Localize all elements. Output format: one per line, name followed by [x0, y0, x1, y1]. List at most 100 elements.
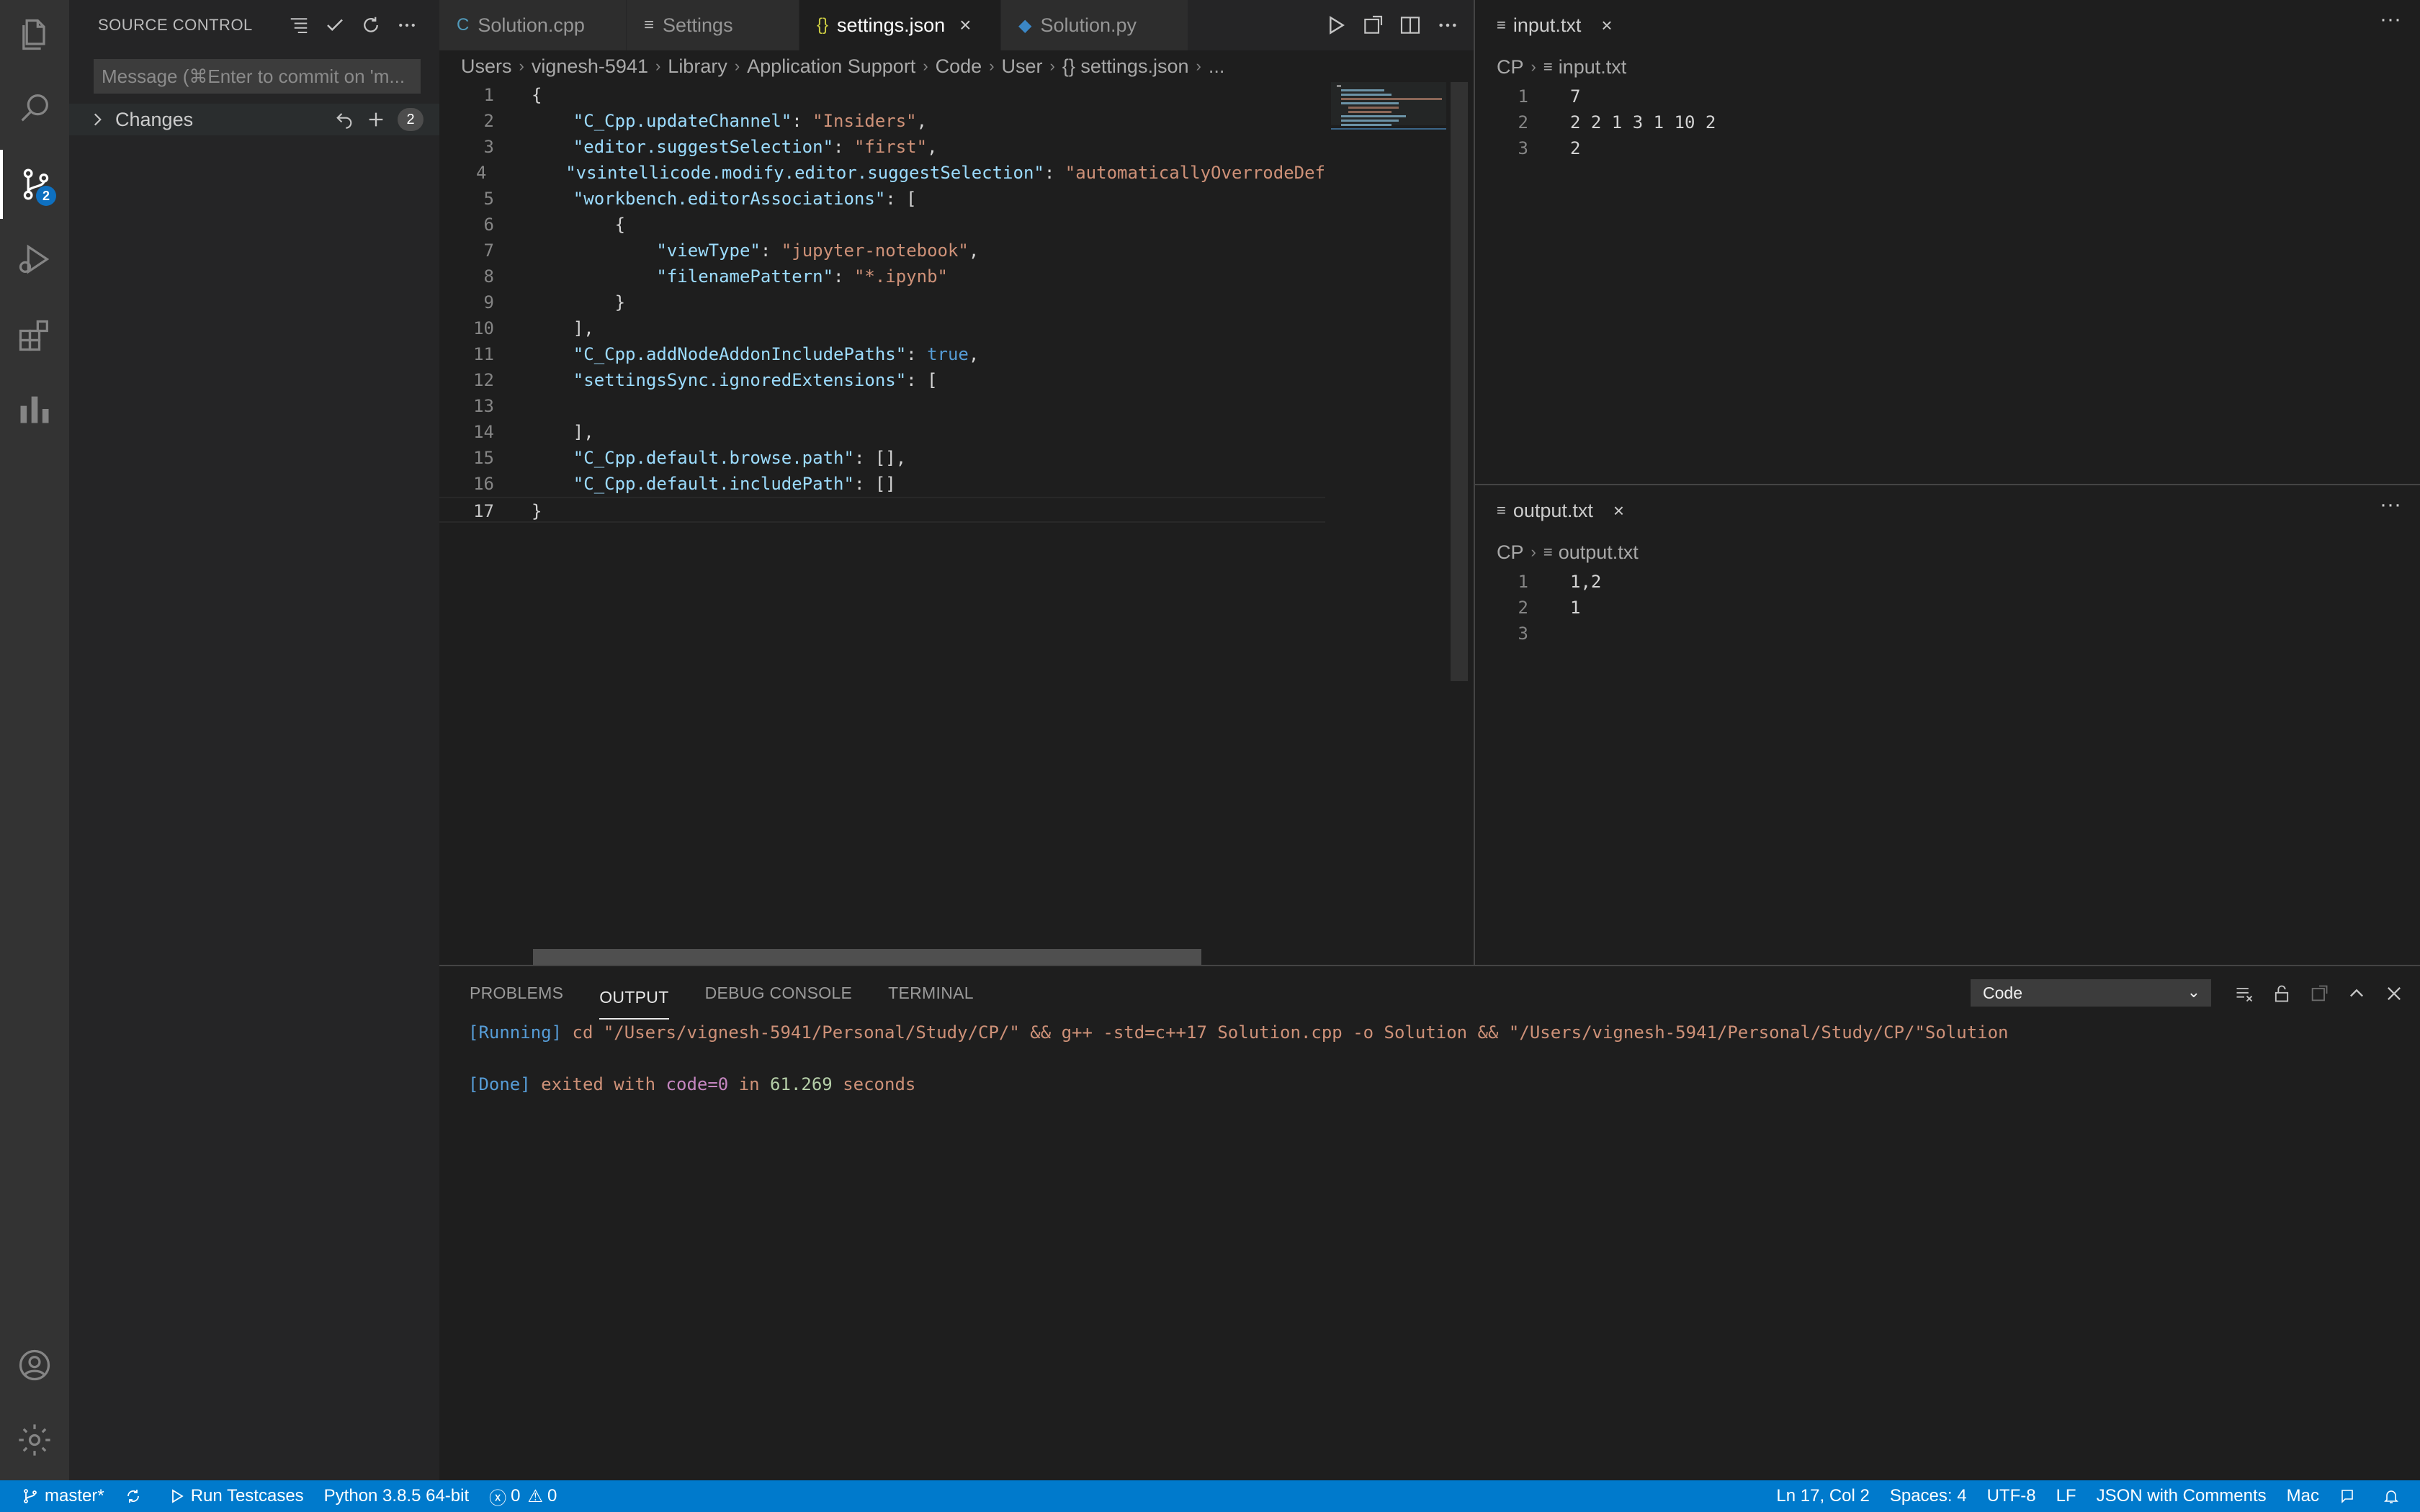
keymap[interactable]: Mac	[2277, 1480, 2329, 1512]
view-as-tree-icon[interactable]	[281, 7, 317, 43]
code-line[interactable]: 17	[1475, 84, 2420, 109]
breadcrumb-item[interactable]: output.txt	[1559, 541, 1639, 564]
tab-settings[interactable]: ≡ Settings	[627, 0, 799, 50]
tab-problems[interactable]: PROBLEMS	[470, 966, 563, 1020]
discard-all-icon[interactable]	[328, 104, 360, 135]
tab-terminal[interactable]: TERMINAL	[888, 966, 974, 1020]
code-line[interactable]: 10 ],	[439, 315, 1325, 341]
tab-input-txt[interactable]: ≡ input.txt × ···	[1475, 0, 2420, 50]
code-token: "Insiders"	[812, 111, 917, 131]
vertical-scrollbar[interactable]	[1451, 82, 1468, 681]
refresh-icon[interactable]	[353, 7, 389, 43]
extensions-icon[interactable]	[0, 301, 69, 370]
code-line[interactable]: 21	[1475, 595, 2420, 621]
input-editor[interactable]: 1722 2 1 3 1 10 232	[1475, 84, 2420, 161]
tab-output[interactable]: OUTPUT	[599, 976, 669, 1020]
code-line[interactable]: 7 "viewType": "jupyter-notebook",	[439, 238, 1325, 264]
search-icon[interactable]	[0, 73, 69, 143]
code-line[interactable]: 3 "editor.suggestSelection": "first",	[439, 134, 1325, 160]
code-line[interactable]: 11 "C_Cpp.addNodeAddonIncludePaths": tru…	[439, 341, 1325, 367]
code-line[interactable]: 13	[439, 393, 1325, 419]
manage-gear-icon[interactable]	[0, 1405, 69, 1475]
changes-group[interactable]: Changes 2	[69, 104, 439, 135]
code-line[interactable]: 2 2 2 1 3 1 10 2	[1475, 109, 2420, 135]
open-log-icon[interactable]	[2300, 979, 2338, 1008]
code-line[interactable]: 1{	[439, 82, 1325, 108]
more-actions-icon[interactable]: ···	[2380, 7, 2401, 32]
tab-label: Settings	[663, 14, 733, 36]
tab-solution-py[interactable]: ◆ Solution.py	[1001, 0, 1188, 50]
end-of-line[interactable]: LF	[2046, 1480, 2087, 1512]
code-editor[interactable]: 1{2 "C_Cpp.updateChannel": "Insiders", 3 …	[439, 82, 1325, 950]
python-interpreter[interactable]: Python 3.8.5 64-bit	[314, 1480, 479, 1512]
code-line[interactable]: 4 "vsintellicode.modify.editor.suggestSe…	[439, 160, 1325, 186]
commit-check-icon[interactable]	[317, 7, 353, 43]
breadcrumb-item[interactable]: User	[1002, 55, 1043, 78]
code-line[interactable]: 16 "C_Cpp.default.includePath": []	[439, 471, 1325, 497]
feedback-icon[interactable]	[2329, 1480, 2372, 1512]
code-line[interactable]: 3	[1475, 621, 2420, 647]
breadcrumb-item[interactable]: input.txt	[1559, 56, 1627, 78]
tab-debug-console[interactable]: DEBUG CONSOLE	[705, 966, 853, 1020]
code-line[interactable]: 9 }	[439, 289, 1325, 315]
code-line[interactable]: 32	[1475, 135, 2420, 161]
breadcrumb-item[interactable]: Application Support	[747, 55, 915, 78]
notifications-bell-icon[interactable]	[2372, 1480, 2420, 1512]
sync-icon[interactable]	[115, 1480, 158, 1512]
stage-all-icon[interactable]	[360, 104, 392, 135]
horizontal-scrollbar[interactable]	[533, 949, 1201, 965]
cursor-position[interactable]: Ln 17, Col 2	[1766, 1480, 1879, 1512]
code-line[interactable]: 5 "workbench.editorAssociations": [	[439, 186, 1325, 212]
code-line[interactable]: 8 "filenamePattern": "*.ipynb"	[439, 264, 1325, 289]
tab-output-txt[interactable]: ≡ output.txt × ···	[1475, 485, 2420, 536]
output-channel-select[interactable]: Code ⌄	[1971, 979, 2211, 1007]
breadcrumb-item[interactable]: CP	[1497, 541, 1524, 564]
run-icon[interactable]	[1317, 6, 1354, 44]
code-token: ,	[916, 111, 928, 131]
source-control-icon[interactable]: 2	[0, 150, 69, 219]
code-line[interactable]: 15 "C_Cpp.default.browse.path": [],	[439, 445, 1325, 471]
breadcrumb-item[interactable]: vignesh-5941	[532, 55, 648, 78]
run-testcases-button[interactable]: Run Testcases	[158, 1480, 314, 1512]
minimap[interactable]	[1331, 82, 1446, 230]
commit-message-input[interactable]: Message (⌘Enter to commit on 'm...	[94, 59, 421, 94]
close-panel-icon[interactable]	[2375, 979, 2413, 1008]
breadcrumb-item[interactable]: CP	[1497, 56, 1524, 78]
close-icon[interactable]: ×	[1601, 14, 1612, 37]
breadcrumb-item[interactable]: Library	[668, 55, 727, 78]
problems-indicator[interactable]: ⓧ 0 ⚠ 0	[479, 1480, 567, 1512]
chart-icon[interactable]	[0, 374, 69, 444]
breadcrumb-item[interactable]: ...	[1209, 55, 1225, 78]
code-line[interactable]: 2 "C_Cpp.updateChannel": "Insiders",	[439, 108, 1325, 134]
tab-settings-json[interactable]: {} settings.json ×	[799, 0, 1001, 50]
close-icon[interactable]: ×	[959, 14, 971, 37]
output-file-editor[interactable]: 1 1,2 2 1 3	[1475, 569, 2420, 647]
indentation[interactable]: Spaces: 4	[1880, 1480, 1977, 1512]
code-line[interactable]: 6 {	[439, 212, 1325, 238]
line-number: 10	[473, 318, 494, 338]
breadcrumb-item[interactable]: {} settings.json	[1062, 55, 1189, 78]
more-actions-icon[interactable]: ···	[2380, 492, 2401, 517]
breadcrumb-item[interactable]: Code	[936, 55, 982, 78]
code-line[interactable]: 1 1,2	[1475, 569, 2420, 595]
explorer-icon[interactable]	[0, 0, 69, 69]
branch-indicator[interactable]: master*	[0, 1480, 115, 1512]
close-icon[interactable]: ×	[1613, 500, 1624, 522]
clear-output-icon[interactable]	[2226, 979, 2263, 1008]
open-settings-ui-icon[interactable]	[1354, 6, 1392, 44]
more-actions-icon[interactable]	[389, 7, 425, 43]
code-line[interactable]: 12 "settingsSync.ignoredExtensions": [	[439, 367, 1325, 393]
bottom-panel: PROBLEMS OUTPUT DEBUG CONSOLE TERMINAL C…	[439, 965, 2420, 1480]
lock-scroll-icon[interactable]	[2263, 979, 2300, 1008]
more-actions-icon[interactable]	[1429, 6, 1466, 44]
breadcrumb-item[interactable]: Users	[461, 55, 512, 78]
account-icon[interactable]	[0, 1331, 69, 1400]
language-mode[interactable]: JSON with Comments	[2087, 1480, 2277, 1512]
tab-solution-cpp[interactable]: C Solution.cpp	[439, 0, 627, 50]
code-line[interactable]: 17}	[439, 497, 1325, 523]
run-debug-icon[interactable]	[0, 225, 69, 294]
code-line[interactable]: 14 ],	[439, 419, 1325, 445]
split-editor-icon[interactable]	[1392, 6, 1429, 44]
maximize-panel-icon[interactable]	[2338, 979, 2375, 1008]
encoding[interactable]: UTF-8	[1977, 1480, 2046, 1512]
